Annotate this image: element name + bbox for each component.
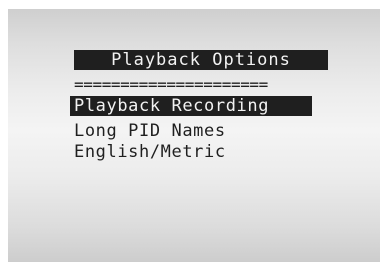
title-divider: =====================	[74, 75, 268, 94]
menu-title: Playback Options	[74, 50, 328, 70]
menu-item-long-pid-names[interactable]: Long PID Names	[74, 121, 226, 141]
lcd-screen: Playback Options ===================== P…	[8, 9, 380, 262]
menu-item-playback-recording[interactable]: Playback Recording	[70, 96, 312, 116]
menu-item-english-metric[interactable]: English/Metric	[74, 142, 226, 162]
